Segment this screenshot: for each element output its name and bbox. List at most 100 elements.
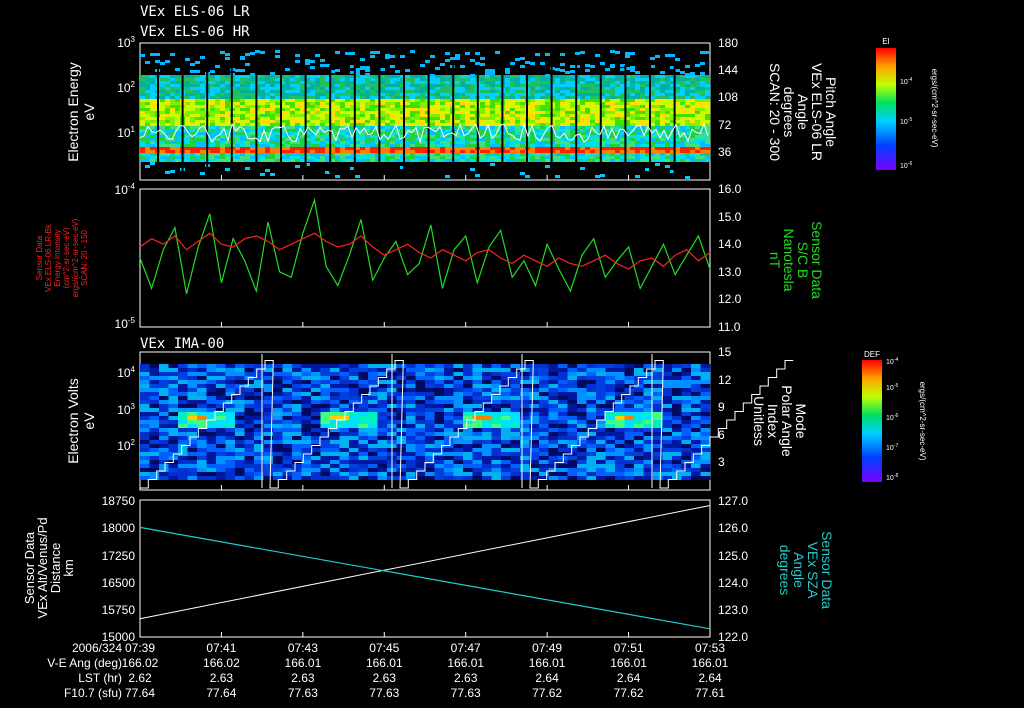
heatmap-cell [490, 141, 496, 144]
heatmap-cell [510, 120, 516, 123]
heatmap-cell [396, 408, 407, 412]
heatmap-cell [197, 452, 207, 456]
heatmap-cell [585, 123, 591, 126]
heatmap-cell [425, 428, 435, 432]
heatmap-cell [535, 120, 541, 123]
heatmap-cell [187, 440, 198, 444]
heatmap-cell [700, 153, 706, 156]
heatmap-cell [168, 408, 179, 412]
heatmap-cell [244, 408, 255, 412]
heatmap-cell [445, 147, 451, 150]
heatmap-cell [530, 90, 536, 93]
heatmap-cell [630, 117, 636, 120]
heatmap-cell [345, 150, 351, 153]
heatmap-cell [605, 144, 611, 147]
heatmap-cell [216, 384, 226, 388]
heatmap-cell [529, 372, 540, 376]
heatmap-cell [370, 141, 376, 144]
heatmap-cell [197, 468, 207, 472]
heatmap-cell [570, 141, 576, 144]
heatmap-cell [565, 99, 571, 102]
heatmap-cell [250, 153, 256, 156]
heatmap-cell [596, 408, 606, 412]
heatmap-cell [455, 138, 461, 141]
heatmap-cell [282, 420, 293, 424]
heatmap-cell [472, 448, 483, 452]
heatmap-cell [595, 75, 601, 78]
heatmap-cell [301, 384, 312, 388]
heatmap-cell [410, 159, 416, 162]
heatmap-cell [377, 440, 388, 444]
heatmap-cell [349, 460, 359, 464]
heatmap-cell [510, 81, 516, 84]
heatmap-cell [275, 129, 281, 132]
heatmap-cell [165, 102, 171, 105]
heatmap-cell [700, 99, 706, 102]
heatmap-cell [260, 120, 266, 123]
heatmap-cell [395, 150, 401, 153]
heatmap-cell [660, 81, 666, 84]
heatmap-cell [610, 102, 616, 105]
heatmap-cell [310, 60, 315, 63]
heatmap-cell [200, 96, 206, 99]
heatmap-cell [455, 153, 461, 156]
heatmap-cell [301, 400, 312, 404]
heatmap-cell [285, 159, 291, 162]
heatmap-cell [545, 84, 551, 87]
heatmap-cell [453, 456, 464, 460]
heatmap-cell [430, 123, 436, 126]
heatmap-cell [695, 126, 701, 129]
heatmap-cell [463, 408, 473, 412]
heatmap-cell [665, 156, 671, 159]
heatmap-cell [200, 141, 206, 144]
heatmap-cell [145, 147, 151, 150]
heatmap-cell [565, 81, 571, 84]
heatmap-cell [465, 135, 471, 138]
heatmap-cell [515, 58, 520, 61]
heatmap-cell [300, 135, 306, 138]
heatmap-cell [406, 468, 416, 472]
heatmap-cell [140, 404, 150, 408]
heatmap-cell [539, 452, 549, 456]
heatmap-cell [535, 53, 540, 56]
heatmap-cell [265, 141, 271, 144]
heatmap-cell [380, 147, 386, 150]
heatmap-cell [200, 114, 206, 117]
heatmap-cell [380, 159, 386, 162]
heatmap-cell [570, 111, 576, 114]
heatmap-cell [520, 111, 526, 114]
heatmap-cell [630, 144, 636, 147]
heatmap-cell [567, 456, 578, 460]
heatmap-cell [206, 468, 217, 472]
heatmap-cell [215, 65, 220, 68]
heatmap-cell [555, 153, 561, 156]
heatmap-cell [520, 156, 526, 159]
heatmap-cell [145, 81, 151, 84]
heatmap-cell [250, 159, 256, 162]
heatmap-cell [210, 147, 216, 150]
heatmap-cell [635, 99, 641, 102]
heatmap-cell [220, 102, 226, 105]
heatmap-cell [440, 144, 446, 147]
heatmap-cell [377, 388, 388, 392]
heatmap-cell [175, 117, 181, 120]
heatmap-cell [695, 111, 701, 114]
heatmap-cell [690, 105, 696, 108]
heatmap-cell [577, 460, 587, 464]
heatmap-cell [705, 87, 711, 90]
heatmap-cell [159, 416, 169, 420]
heatmap-cell [292, 420, 302, 424]
heatmap-cell [595, 105, 601, 108]
heatmap-cell [445, 156, 451, 159]
heatmap-cell [470, 90, 476, 93]
heatmap-cell [529, 368, 540, 372]
heatmap-cell [265, 156, 271, 159]
heatmap-cell [170, 144, 176, 147]
heatmap-cell [406, 460, 416, 464]
heatmap-cell [339, 400, 350, 404]
heatmap-cell [330, 440, 340, 444]
heatmap-cell [210, 111, 216, 114]
heatmap-cell [225, 90, 231, 93]
heatmap-cell [675, 58, 680, 61]
heatmap-cell [435, 75, 441, 78]
